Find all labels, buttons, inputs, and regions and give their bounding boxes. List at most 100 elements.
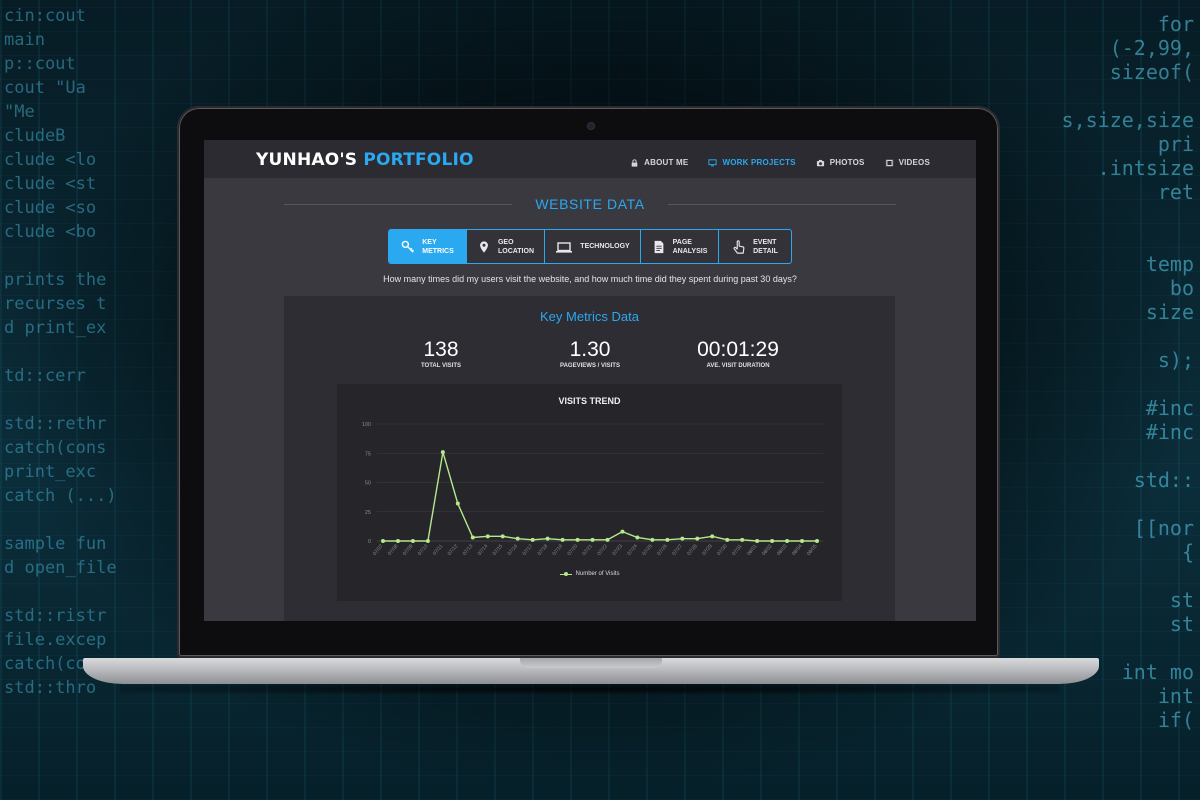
nav-videos[interactable]: VIDEOS bbox=[885, 158, 930, 167]
x-tick-label: 07/07 bbox=[372, 543, 385, 557]
metric-label: TOTAL VISITS bbox=[420, 363, 461, 369]
nav-label: VIDEOS bbox=[898, 158, 930, 167]
data-point bbox=[815, 539, 819, 543]
nav-about-me[interactable]: ABOUT ME bbox=[630, 158, 688, 167]
data-tabs: KEY METRICS GEO LOCATION TECHNOLOGY PAGE AN… bbox=[388, 229, 792, 264]
nav-label: PHOTOS bbox=[829, 158, 865, 167]
x-tick-label: 08/02 bbox=[761, 543, 774, 557]
x-tick-label: 07/10 bbox=[417, 543, 430, 557]
site-logo[interactable]: YUNHAO'S PORTFOLIO bbox=[256, 150, 474, 170]
tab-event-detail[interactable]: EVENT DETAIL bbox=[719, 230, 791, 263]
data-point bbox=[530, 537, 535, 542]
data-point bbox=[545, 536, 550, 541]
x-tick-label: 07/09 bbox=[402, 543, 415, 557]
tab-geo-location[interactable]: GEO LOCATION bbox=[467, 230, 545, 263]
chart-legend[interactable]: Number of Visits bbox=[337, 571, 842, 577]
pointer-hand-icon bbox=[733, 239, 745, 254]
laptop-opening-notch bbox=[520, 658, 662, 668]
key-icon bbox=[401, 240, 415, 253]
tab-label-line1: EVENT bbox=[753, 238, 777, 246]
nav-photos[interactable]: PHOTOS bbox=[816, 158, 865, 167]
data-point bbox=[800, 539, 805, 543]
lock-icon bbox=[631, 158, 638, 167]
metric-label: PAGEVIEWS / VISITS bbox=[560, 363, 620, 369]
tab-label: EVENT DETAIL bbox=[753, 238, 778, 256]
background-code-right: for (-2,99, sizeof( s,size,size pri .int… bbox=[1061, 12, 1194, 732]
tab-label-line2: LOCATION bbox=[497, 247, 535, 255]
nav-label: ABOUT ME bbox=[644, 158, 689, 167]
tab-label: GEO LOCATION bbox=[498, 238, 534, 256]
tab-label: TECHNOLOGY bbox=[580, 242, 629, 251]
x-tick-label: 08/03 bbox=[776, 543, 789, 557]
film-icon bbox=[885, 159, 893, 166]
x-tick-label: 07/16 bbox=[507, 543, 520, 557]
x-tick-label: 07/21 bbox=[581, 543, 594, 557]
tab-technology[interactable]: TECHNOLOGY bbox=[545, 230, 641, 263]
x-tick-label: 07/14 bbox=[477, 543, 490, 557]
map-pin-icon bbox=[480, 240, 488, 253]
x-tick-label: 07/20 bbox=[566, 543, 579, 557]
metric-pageviews-per-visit: 1.30 PAGEVIEWS / VISITS bbox=[510, 338, 670, 369]
data-point bbox=[710, 534, 715, 539]
tab-label-line2: DETAIL bbox=[753, 247, 778, 255]
data-point bbox=[755, 539, 760, 543]
x-tick-label: 07/28 bbox=[686, 543, 699, 557]
nav-label: WORK PROJECTS bbox=[722, 158, 796, 167]
x-tick-label: 07/15 bbox=[492, 543, 505, 557]
panel-title: Key Metrics Data bbox=[540, 309, 639, 324]
legend-line-marker bbox=[559, 571, 572, 577]
data-point bbox=[515, 536, 520, 541]
data-point bbox=[695, 536, 700, 541]
data-point bbox=[785, 539, 790, 543]
x-tick-label: 08/04 bbox=[791, 543, 804, 557]
question-text: How many times did my users visit the we… bbox=[383, 274, 797, 284]
x-tick-label: 07/27 bbox=[671, 543, 684, 557]
data-point bbox=[410, 539, 415, 543]
tab-key-metrics[interactable]: KEY METRICS bbox=[389, 230, 467, 263]
tab-label-line2: ANALYSIS bbox=[672, 247, 708, 255]
data-point bbox=[440, 450, 445, 455]
data-point bbox=[455, 501, 460, 506]
x-tick-label: 07/23 bbox=[611, 543, 624, 557]
y-tick-label: 75 bbox=[365, 451, 371, 457]
data-point bbox=[590, 537, 595, 542]
laptop-icon bbox=[556, 241, 573, 253]
data-point bbox=[395, 539, 400, 543]
x-tick-label: 07/12 bbox=[447, 543, 460, 557]
tab-label: KEY METRICS bbox=[422, 238, 454, 256]
data-point bbox=[725, 537, 730, 542]
data-point bbox=[425, 539, 430, 543]
logo-portfolio: PORTFOLIO bbox=[363, 150, 474, 170]
x-tick-label: 07/30 bbox=[716, 543, 729, 557]
tab-page-analysis[interactable]: PAGE ANALYSIS bbox=[641, 230, 719, 263]
top-nav-bar: YUNHAO'S PORTFOLIO ABOUT ME WORK PROJECT… bbox=[204, 140, 976, 178]
data-point bbox=[635, 535, 640, 540]
background-code-left: cin:cout main p::cout cout "Ua "Me clude… bbox=[4, 6, 117, 698]
data-point bbox=[665, 537, 670, 542]
data-point bbox=[680, 536, 685, 541]
data-point bbox=[500, 534, 505, 539]
data-point bbox=[740, 537, 745, 542]
data-point bbox=[470, 535, 475, 540]
x-tick-label: 07/11 bbox=[432, 543, 445, 556]
metric-label: AVE. VISIT DURATION bbox=[706, 363, 770, 369]
document-icon bbox=[654, 240, 663, 253]
data-point bbox=[575, 537, 580, 542]
nav-work-projects[interactable]: WORK PROJECTS bbox=[708, 158, 796, 167]
data-point bbox=[770, 539, 775, 543]
x-tick-label: 08/01 bbox=[746, 543, 759, 557]
section-title: WEBSITE DATA bbox=[535, 196, 645, 212]
x-tick-label: 08/05 bbox=[806, 543, 819, 557]
x-tick-label: 07/24 bbox=[626, 543, 639, 557]
y-tick-label: 100 bbox=[362, 422, 371, 428]
x-tick-label: 07/29 bbox=[701, 543, 714, 557]
x-tick-label: 07/18 bbox=[537, 543, 550, 557]
tab-label-line1: TECHNOLOGY bbox=[580, 243, 630, 250]
y-tick-label: 25 bbox=[365, 510, 371, 516]
website-screen: YUNHAO'S PORTFOLIO ABOUT ME WORK PROJECT… bbox=[204, 140, 976, 621]
x-tick-label: 07/17 bbox=[522, 543, 535, 557]
webcam-icon bbox=[587, 122, 595, 130]
metric-total-visits: 138 TOTAL VISITS bbox=[361, 338, 521, 369]
camera-icon bbox=[816, 159, 824, 166]
logo-name: YUNHAO'S bbox=[256, 150, 358, 170]
